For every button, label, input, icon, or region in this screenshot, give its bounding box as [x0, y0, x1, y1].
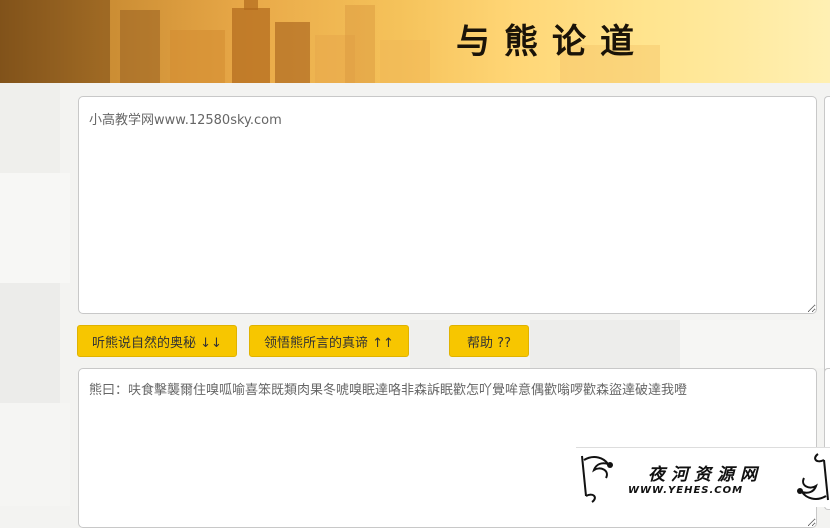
- input-textarea[interactable]: 小高教学网www.12580sky.com: [78, 96, 817, 314]
- city-skyline: [0, 0, 660, 83]
- watermark: 夜河资源网 WWW.YEHES.COM: [576, 447, 830, 507]
- watermark-name: 夜河资源网: [648, 465, 763, 485]
- page-title: 与熊论道: [456, 22, 648, 62]
- watermark-url: WWW.YEHES.COM: [628, 485, 744, 496]
- ornament-right-icon: [797, 453, 829, 501]
- decode-button[interactable]: 听熊说自然的奥秘 ↓↓: [77, 325, 237, 357]
- ornament-left-icon: [581, 455, 613, 503]
- encode-button[interactable]: 领悟熊所言的真谛 ↑↑: [249, 325, 409, 357]
- help-button[interactable]: 帮助 ??: [449, 325, 529, 357]
- header-banner: 与熊论道: [0, 0, 830, 83]
